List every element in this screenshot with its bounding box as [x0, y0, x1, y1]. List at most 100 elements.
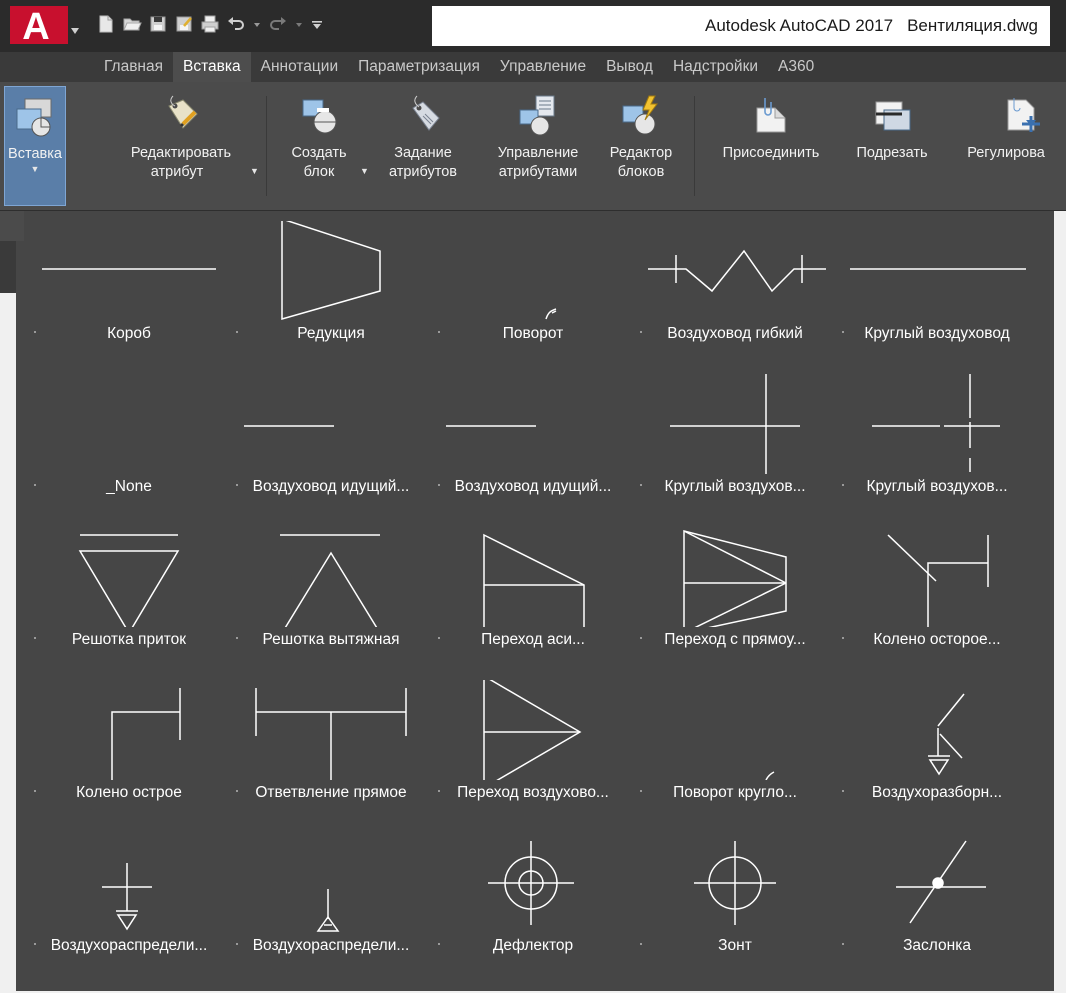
block-editor-label-2: блоков	[617, 164, 665, 180]
exhaust-grille-icon	[280, 534, 380, 627]
block-item[interactable]: Воздуховод идущий...	[230, 374, 432, 504]
clip-label: Подрезать	[856, 145, 928, 161]
asymmetric-transition-icon	[483, 533, 585, 627]
adjust-button[interactable]: Регулирова	[942, 86, 1066, 206]
undo-dropdown-icon[interactable]	[252, 14, 262, 34]
block-label: Переход воздухово...	[457, 784, 609, 801]
block-item[interactable]: Переход аси...	[432, 527, 634, 657]
block-item[interactable]: Решотка вытяжная	[230, 527, 432, 657]
block-item[interactable]: Поворот кругло...	[634, 680, 836, 810]
round-duct-cross-broken-icon	[872, 374, 1000, 472]
insert-button[interactable]: Вставка ▼	[4, 86, 66, 206]
save-icon[interactable]	[148, 14, 168, 34]
block-item[interactable]: Круглый воздуховод	[836, 221, 1038, 351]
block-item[interactable]: Заслонка	[836, 833, 1038, 963]
block-item[interactable]: Воздуховод гибкий	[634, 221, 836, 351]
define-attributes-icon	[401, 94, 445, 138]
palette-edge	[0, 241, 16, 293]
edit-attribute-dropdown-icon[interactable]: ▼	[250, 166, 259, 176]
block-item[interactable]: Переход с прямоу...	[634, 527, 836, 657]
tab-manage[interactable]: Управление	[490, 52, 596, 82]
block-label: Решотка вытяжная	[262, 631, 400, 648]
tab-home[interactable]: Главная	[84, 52, 173, 82]
redo-dropdown-icon[interactable]	[294, 14, 304, 34]
attach-button[interactable]: Присоединить	[700, 86, 842, 206]
air-intake-icon	[928, 693, 965, 776]
block-item[interactable]: Зонт	[634, 833, 836, 963]
ribbon-tabs: Главная Вставка Аннотации Параметризация…	[84, 52, 1066, 82]
block-item[interactable]: Воздухораспредели...	[230, 833, 432, 963]
block-item[interactable]: Редукция	[230, 221, 432, 351]
umbrella-icon	[694, 841, 776, 925]
block-item[interactable]: Воздухораспредели...	[28, 833, 230, 963]
round-duct-icon	[850, 268, 1026, 270]
tab-a360[interactable]: A360	[768, 52, 824, 82]
edit-attribute-icon	[159, 94, 203, 138]
block-item[interactable]: Круглый воздухов...	[634, 374, 836, 504]
duct-going-line-icon	[244, 425, 334, 427]
define-attributes-button[interactable]: Задание атрибутов	[380, 86, 466, 206]
block-label: Дефлектор	[492, 937, 574, 954]
ribbon-separator	[694, 96, 695, 196]
duct-line-icon	[42, 268, 216, 270]
block-item[interactable]: Поворот	[432, 221, 634, 351]
app-title: Autodesk AutoCAD 2017	[704, 16, 894, 35]
block-label: Решотка приток	[71, 631, 187, 648]
create-block-icon	[297, 94, 341, 138]
manage-attributes-label-2: атрибутами	[498, 164, 578, 180]
duct-transition-icon	[483, 680, 582, 780]
adjust-label: Регулирова	[967, 145, 1045, 161]
block-item[interactable]: Колено осторое...	[836, 527, 1038, 657]
tab-output[interactable]: Вывод	[596, 52, 663, 82]
undo-icon[interactable]	[226, 14, 246, 34]
insert-label: Вставка	[8, 146, 62, 162]
insert-dropdown-icon[interactable]: ▼	[31, 164, 40, 174]
define-attributes-label: Задание	[394, 145, 452, 161]
block-item[interactable]: Решотка приток	[28, 527, 230, 657]
adjust-icon	[1002, 94, 1046, 138]
block-label: Воздуховод идущий...	[252, 478, 410, 495]
block-label: Колено осторое...	[873, 631, 1001, 648]
block-item[interactable]: Дефлектор	[432, 833, 634, 963]
block-editor-icon	[619, 94, 663, 138]
block-item[interactable]: Короб	[28, 221, 230, 351]
new-file-icon[interactable]	[96, 14, 116, 34]
save-as-icon[interactable]	[174, 14, 194, 34]
block-label: Поворот	[502, 325, 564, 342]
open-folder-icon[interactable]	[122, 14, 142, 34]
round-duct-cross-icon	[670, 374, 800, 474]
block-editor-button[interactable]: Редактор блоков	[598, 86, 684, 206]
tab-parametric[interactable]: Параметризация	[348, 52, 490, 82]
block-palette: Короб Редукция Поворот Воздуховод гибкий…	[24, 211, 1054, 991]
tab-annotate[interactable]: Аннотации	[251, 52, 348, 82]
block-item[interactable]: Ответвление прямое	[230, 680, 432, 810]
block-label: Воздухоразборн...	[871, 784, 1003, 801]
block-label: Круглый воздухов...	[664, 478, 806, 495]
duct-going-line-icon	[446, 425, 536, 427]
create-block-dropdown-icon[interactable]: ▼	[360, 166, 369, 176]
ribbon-separator	[266, 96, 267, 196]
block-label: Поворот кругло...	[673, 784, 797, 801]
tab-addins[interactable]: Надстройки	[663, 52, 768, 82]
block-item[interactable]: Воздухоразборн...	[836, 680, 1038, 810]
create-block-button[interactable]: Создать блок ▼	[278, 86, 369, 206]
manage-attributes-icon	[516, 94, 560, 138]
manage-attributes-button[interactable]: Управление атрибутами	[478, 86, 598, 206]
clip-button[interactable]: Подрезать	[842, 86, 942, 206]
logo-letter: A	[22, 6, 49, 44]
application-menu-button[interactable]: A	[10, 6, 82, 48]
block-item[interactable]: Воздуховод идущий...	[432, 374, 634, 504]
round-turn-icon	[765, 771, 775, 780]
tab-insert[interactable]: Вставка	[173, 52, 251, 82]
block-item[interactable]: _None	[28, 374, 230, 504]
file-name: Вентиляция.dwg	[907, 16, 1038, 35]
redo-icon[interactable]	[268, 14, 288, 34]
block-item[interactable]: Колено острое	[28, 680, 230, 810]
print-icon[interactable]	[200, 14, 220, 34]
edit-attribute-button[interactable]: Редактировать атрибут ▼	[104, 86, 259, 206]
customize-dropdown-icon[interactable]	[310, 14, 324, 34]
block-item[interactable]: Переход воздухово...	[432, 680, 634, 810]
sharp-elbow-icon	[111, 688, 181, 780]
edit-attribute-label: Редактировать	[130, 145, 232, 161]
block-item[interactable]: Круглый воздухов...	[836, 374, 1038, 504]
